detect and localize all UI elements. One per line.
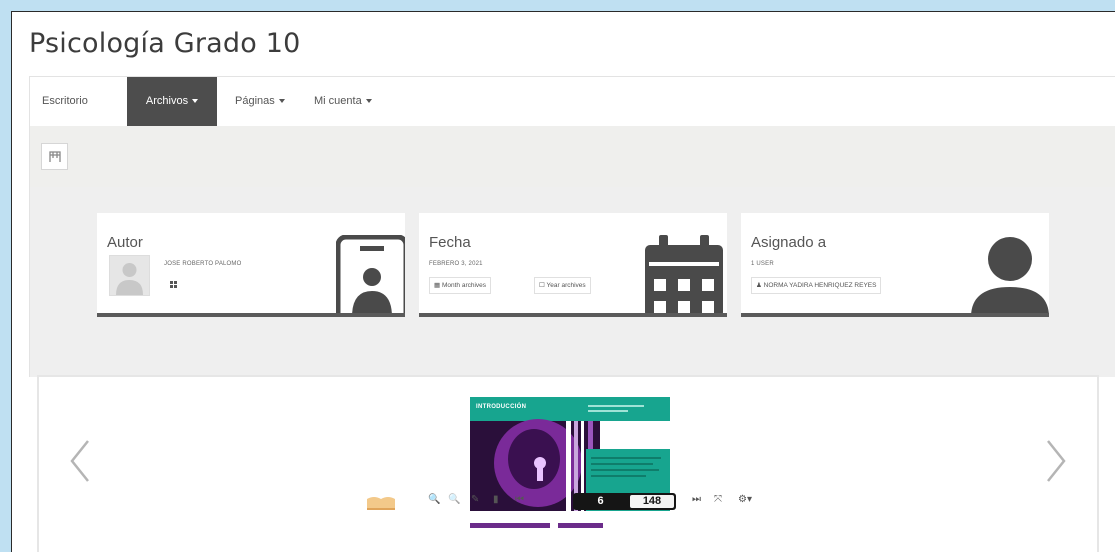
author-card: Autor JOSE ROBERTO PALOMO: [97, 213, 405, 317]
chevron-down-icon: [278, 99, 285, 104]
user-icon: ♟: [756, 282, 762, 289]
date-card: Fecha FEBRERO 3, 2021 ▦ Month archives ☐…: [419, 213, 727, 317]
main-navbar: Escritorio Archivos Páginas Mi cuenta: [29, 76, 1115, 126]
chevron-down-icon: [365, 99, 372, 104]
avatar: [109, 255, 150, 296]
calendar-icon: [645, 235, 723, 313]
author-name[interactable]: JOSE ROBERTO PALOMO: [164, 261, 242, 267]
cover-title: INTRODUCCIÓN: [476, 404, 527, 410]
chevron-down-icon: [192, 99, 199, 104]
pen-icon[interactable]: ✎: [471, 494, 479, 505]
assigned-label: Asignado a: [751, 234, 827, 251]
bookmark-icon[interactable]: ▮: [493, 494, 499, 505]
assigned-count: 1 USER: [751, 261, 774, 267]
date-value: FEBRERO 3, 2021: [429, 261, 483, 267]
total-pages: 148: [630, 495, 674, 508]
assigned-card: Asignado a 1 USER ♟ NORMA YADIRA HENRIQU…: [741, 213, 1049, 317]
user-placeholder-icon: [116, 263, 143, 295]
fullscreen-icon[interactable]: ⤧: [714, 494, 722, 505]
first-page-icon[interactable]: ⏮: [515, 494, 524, 505]
page-indicator[interactable]: 6 148: [573, 493, 676, 510]
zoom-out-icon[interactable]: 🔍: [448, 494, 460, 505]
year-archives-link[interactable]: ☐ Year archives: [534, 277, 591, 294]
app-frame: Psicología Grado 10 Escritorio Archivos …: [11, 11, 1115, 552]
flipbook-controls: 🔍 🔍 ✎ ▮ ⏮ 6 148 ⏭ ⤧ ⚙▾: [352, 488, 792, 516]
toolbar-band: [29, 126, 1115, 187]
current-page[interactable]: 6: [573, 493, 628, 510]
library-icon[interactable]: [366, 491, 396, 511]
last-page-icon[interactable]: ⏭: [692, 494, 701, 505]
nav-mi-cuenta[interactable]: Mi cuenta: [314, 77, 372, 126]
nav-archivos[interactable]: Archivos: [127, 77, 217, 126]
settings-icon[interactable]: ⚙▾: [738, 494, 752, 505]
nav-paginas[interactable]: Páginas: [235, 77, 285, 126]
assigned-user-link[interactable]: ♟ NORMA YADIRA HENRIQUEZ REYES: [751, 277, 882, 294]
calendar-icon: ▦: [434, 282, 441, 289]
chevron-left-icon[interactable]: [69, 439, 91, 483]
nav-escritorio[interactable]: Escritorio: [42, 77, 88, 126]
zoom-in-icon[interactable]: 🔍: [428, 494, 440, 505]
bookmark-button[interactable]: [41, 143, 68, 170]
flipbook-viewer: INTRODUCCIÓN 🔍 🔍 ✎ ▮ ⏮ 6 148 ⏭ ⤧ ⚙▾: [37, 375, 1099, 552]
bookmark-icon: [49, 151, 61, 162]
author-label: Autor: [107, 234, 143, 251]
date-label: Fecha: [429, 234, 471, 251]
summary-band: Autor JOSE ROBERTO PALOMO Fecha FEBRERO …: [29, 187, 1115, 377]
chevron-right-icon[interactable]: [1045, 439, 1067, 483]
calendar-outline-icon: ☐: [539, 282, 545, 289]
grid-icon: [170, 281, 177, 288]
month-archives-link[interactable]: ▦ Month archives: [429, 277, 492, 294]
person-icon: [971, 237, 1049, 313]
id-badge-icon: [336, 235, 405, 313]
page-title: Psicología Grado 10: [29, 28, 301, 59]
